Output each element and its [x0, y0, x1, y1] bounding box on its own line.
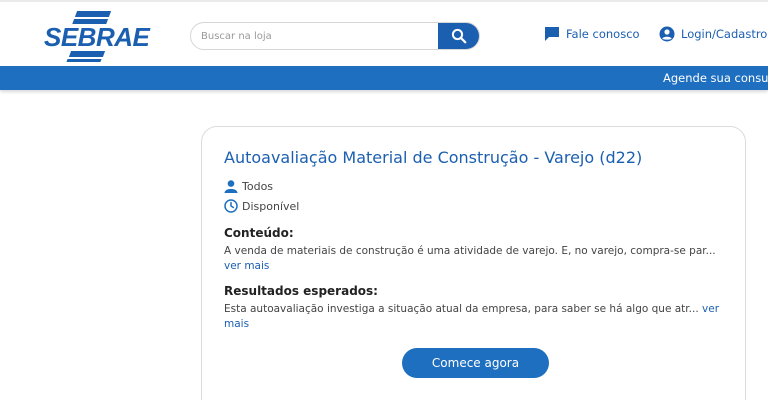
clock-icon [224, 199, 238, 213]
content-description: A venda de materiais de construção é uma… [224, 245, 716, 257]
results-heading: Resultados esperados: [224, 284, 378, 298]
contact-link[interactable]: Fale conosco [544, 26, 640, 42]
search-box [190, 22, 480, 50]
contact-label: Fale conosco [566, 27, 640, 41]
start-now-button[interactable]: Comece agora [402, 348, 549, 378]
assessment-card: Autoavaliação Material de Construção - V… [201, 126, 746, 400]
logo-text: SEBRAE [42, 22, 152, 52]
user-circle-icon [659, 26, 675, 42]
site-header: SEBRAE Fale conosco Login/Cadastro [0, 0, 768, 66]
status-row: Disponível [224, 199, 299, 213]
audience-row: Todos [224, 180, 273, 193]
results-description: Esta autoavaliação investiga a situação … [224, 303, 699, 315]
search-input[interactable] [191, 23, 441, 49]
status-label: Disponível [242, 199, 300, 213]
content-heading: Conteúdo: [224, 226, 294, 240]
schedule-link[interactable]: Agende sua consu [663, 71, 768, 85]
content-text: A venda de materiais de construção é uma… [224, 244, 729, 274]
login-link[interactable]: Login/Cadastro [659, 26, 767, 42]
results-text: Esta autoavaliação investiga a situação … [224, 302, 729, 332]
card-title[interactable]: Autoavaliação Material de Construção - V… [224, 148, 642, 167]
announcement-bar: Agende sua consu [0, 66, 768, 90]
sebrae-logo[interactable]: SEBRAE [42, 10, 152, 62]
user-icon [224, 180, 238, 193]
login-label: Login/Cadastro [681, 27, 768, 41]
content-more-link[interactable]: ver mais [224, 260, 269, 272]
search-icon [451, 28, 466, 44]
audience-label: Todos [242, 180, 274, 193]
search-button[interactable] [438, 23, 479, 49]
chat-icon [545, 27, 559, 41]
